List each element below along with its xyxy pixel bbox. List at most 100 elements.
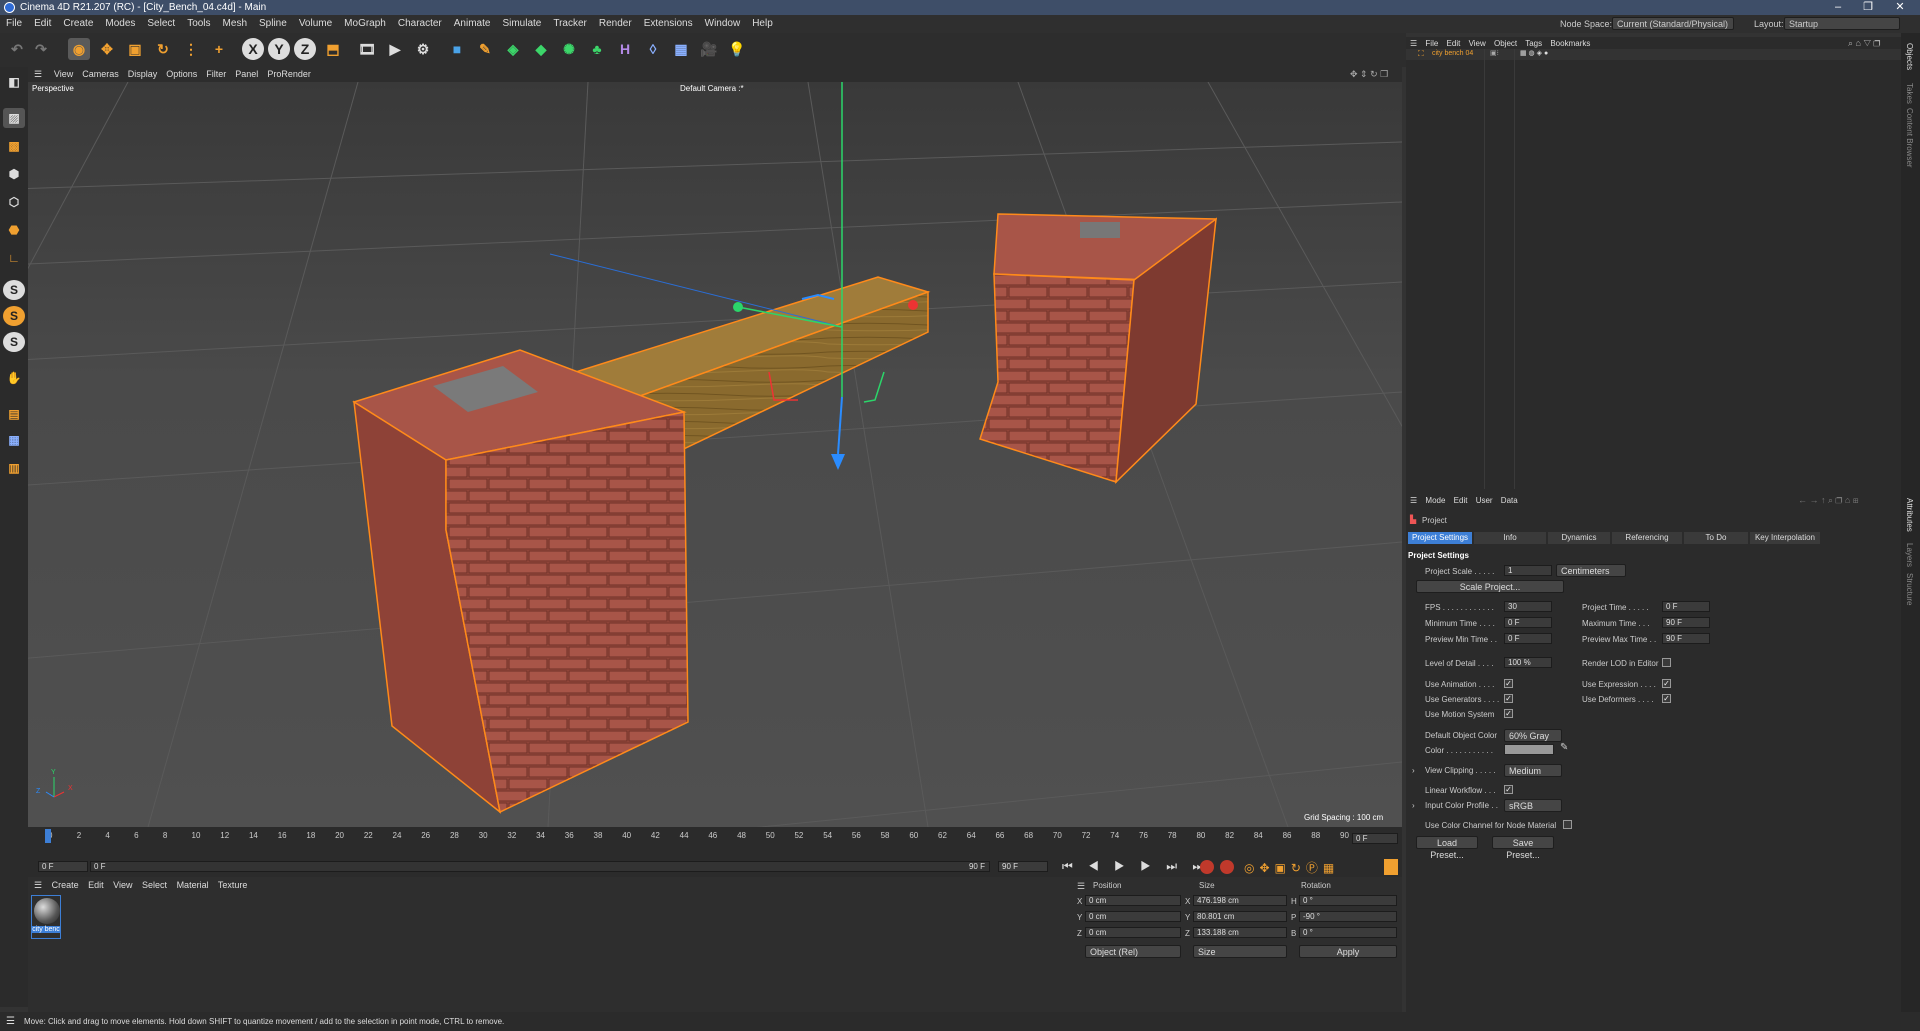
- view-clipping-dropdown[interactable]: Medium: [1504, 764, 1562, 777]
- menu-mograph[interactable]: MoGraph: [338, 15, 392, 33]
- gizmo-handle-green-icon[interactable]: [733, 302, 743, 312]
- tab-referencing[interactable]: Referencing: [1612, 532, 1682, 544]
- size-z-field[interactable]: 133.188 cm: [1193, 927, 1287, 938]
- mat-menu-select[interactable]: Select: [142, 880, 167, 890]
- undo-icon[interactable]: ↶: [6, 38, 28, 60]
- lod-field[interactable]: 100 %: [1504, 657, 1552, 668]
- apply-button[interactable]: Apply: [1299, 945, 1397, 958]
- object-search-icons[interactable]: ⌕ ⌂ ▽ ❐: [1848, 38, 1880, 49]
- menu-simulate[interactable]: Simulate: [496, 15, 547, 33]
- axis-z-lock-button[interactable]: Z: [294, 38, 316, 60]
- snap-icon[interactable]: S: [3, 280, 25, 300]
- deformer-icon[interactable]: ✺: [558, 38, 580, 60]
- render-view-icon[interactable]: ▶: [384, 38, 406, 60]
- view-clipping-expand-icon[interactable]: ›: [1412, 766, 1415, 775]
- edges-mode-icon[interactable]: ⬡: [3, 192, 25, 212]
- use-animation-checkbox[interactable]: ✓: [1504, 679, 1513, 688]
- timeline-ruler[interactable]: 0246810121416182022242628303234363840424…: [28, 827, 1402, 857]
- scale-project-button[interactable]: Scale Project...: [1416, 580, 1564, 593]
- node-space-dropdown[interactable]: Current (Standard/Physical): [1612, 17, 1734, 30]
- menu-spline[interactable]: Spline: [253, 15, 293, 33]
- recent-tools-icon[interactable]: ⋮: [180, 38, 202, 60]
- end-frame-field[interactable]: 90 F: [998, 861, 1048, 872]
- use-generators-checkbox[interactable]: ✓: [1504, 694, 1513, 703]
- object-name[interactable]: city bench 04: [1432, 50, 1473, 57]
- pos-z-field[interactable]: 0 cm: [1085, 927, 1181, 938]
- preview-max-field[interactable]: 90 F: [1662, 633, 1710, 644]
- grid-icon[interactable]: ▦: [3, 430, 25, 450]
- mat-menu-edit[interactable]: Edit: [88, 880, 104, 890]
- maximize-icon[interactable]: ❐: [1854, 0, 1882, 15]
- preview-min-field[interactable]: 0 F: [1504, 633, 1552, 644]
- brush-icon[interactable]: ✋: [3, 368, 25, 388]
- obj-menu-object[interactable]: Object: [1494, 39, 1517, 48]
- floor-icon[interactable]: ▦: [670, 38, 692, 60]
- project-time-field[interactable]: 0 F: [1662, 601, 1710, 612]
- use-motion-checkbox[interactable]: ✓: [1504, 709, 1513, 718]
- fps-field[interactable]: 30: [1504, 601, 1552, 612]
- eyedropper-icon[interactable]: ✎: [1560, 742, 1568, 753]
- vp-menu-panel[interactable]: Panel: [235, 67, 258, 82]
- coord-mode-dropdown[interactable]: Object (Rel): [1085, 945, 1181, 958]
- default-color-dropdown[interactable]: 60% Gray: [1504, 729, 1562, 742]
- rot-h-field[interactable]: 0 °: [1299, 895, 1397, 906]
- coord-menu-icon[interactable]: ☰: [1077, 881, 1085, 892]
- material-thumbnail[interactable]: city benc: [31, 895, 61, 939]
- use-deformers-checkbox[interactable]: ✓: [1662, 694, 1671, 703]
- menu-modes[interactable]: Modes: [99, 15, 141, 33]
- load-preset-button[interactable]: Load Preset...: [1416, 836, 1478, 860]
- menu-mesh[interactable]: Mesh: [217, 15, 253, 33]
- obj-menu-edit[interactable]: Edit: [1447, 39, 1461, 48]
- redo-icon[interactable]: ↷: [30, 38, 52, 60]
- linear-workflow-checkbox[interactable]: ✓: [1504, 785, 1513, 794]
- vp-menu-options[interactable]: Options: [166, 67, 197, 82]
- pos-y-field[interactable]: 0 cm: [1085, 911, 1181, 922]
- locked-workplane-icon[interactable]: ▥: [3, 458, 25, 478]
- rot-p-field[interactable]: -90 °: [1299, 911, 1397, 922]
- coordinate-system-icon[interactable]: ⬒: [322, 38, 344, 60]
- menu-animate[interactable]: Animate: [448, 15, 497, 33]
- viewport-nav-icons[interactable]: ✥ ⇕ ↻ ❐: [1350, 67, 1388, 82]
- tab-todo[interactable]: To Do: [1684, 532, 1748, 544]
- side-tab-objects[interactable]: Objects: [1905, 43, 1914, 70]
- layout-dropdown[interactable]: Startup: [1784, 17, 1900, 30]
- side-tab-layers[interactable]: Layers: [1905, 543, 1914, 567]
- object-row[interactable]: ⛶ city bench 04 ▣⁝ ▦ ◍ ◈ ●: [1406, 49, 1901, 60]
- mat-menu-view[interactable]: View: [113, 880, 132, 890]
- tab-info[interactable]: Info: [1474, 532, 1546, 544]
- cloner-icon[interactable]: ◆: [530, 38, 552, 60]
- object-visibility-icon[interactable]: ▣⁝: [1490, 49, 1499, 57]
- vp-menu-filter[interactable]: Filter: [206, 67, 226, 82]
- vp-menu-display[interactable]: Display: [128, 67, 158, 82]
- add-icon[interactable]: +: [208, 38, 230, 60]
- color-swatch[interactable]: [1504, 744, 1554, 755]
- attr-menu-edit[interactable]: Edit: [1454, 496, 1468, 505]
- rotate-icon[interactable]: ↻: [152, 38, 174, 60]
- color-channel-checkbox[interactable]: [1563, 820, 1572, 829]
- render-lod-checkbox[interactable]: [1662, 658, 1671, 667]
- playhead-icon[interactable]: [45, 829, 51, 843]
- menu-volume[interactable]: Volume: [293, 15, 338, 33]
- attr-nav-icons[interactable]: ← → ↑ ⌕ ❐ ⌂ ⊞: [1798, 495, 1859, 506]
- points-mode-icon[interactable]: ⬢: [3, 164, 25, 184]
- size-y-field[interactable]: 80.801 cm: [1193, 911, 1287, 922]
- obj-menu-icon[interactable]: ☰: [1410, 39, 1417, 48]
- record-icon[interactable]: [1200, 860, 1214, 874]
- move-icon[interactable]: ✥: [96, 38, 118, 60]
- current-frame-field[interactable]: 0 F: [1352, 833, 1398, 844]
- quantize-icon[interactable]: S: [3, 332, 25, 352]
- attr-menu-mode[interactable]: Mode: [1425, 496, 1445, 505]
- viewport-menu-toggle-icon[interactable]: ☰: [34, 67, 42, 82]
- use-expression-checkbox[interactable]: ✓: [1662, 679, 1671, 688]
- mat-menu-texture[interactable]: Texture: [218, 880, 248, 890]
- render-settings-icon[interactable]: ⚙: [412, 38, 434, 60]
- status-menu-icon[interactable]: ☰: [6, 1012, 15, 1031]
- mograph-icon[interactable]: ♣: [586, 38, 608, 60]
- timeline-layout-icon[interactable]: [1384, 859, 1398, 875]
- subdivision-icon[interactable]: ◈: [502, 38, 524, 60]
- keyframe-tools[interactable]: ◎✥▣↻Ⓟ▦: [1244, 859, 1339, 876]
- tab-key-interpolation[interactable]: Key Interpolation: [1750, 532, 1820, 544]
- menu-character[interactable]: Character: [392, 15, 448, 33]
- vp-menu-view[interactable]: View: [54, 67, 73, 82]
- polygons-mode-icon[interactable]: ⬣: [3, 220, 25, 240]
